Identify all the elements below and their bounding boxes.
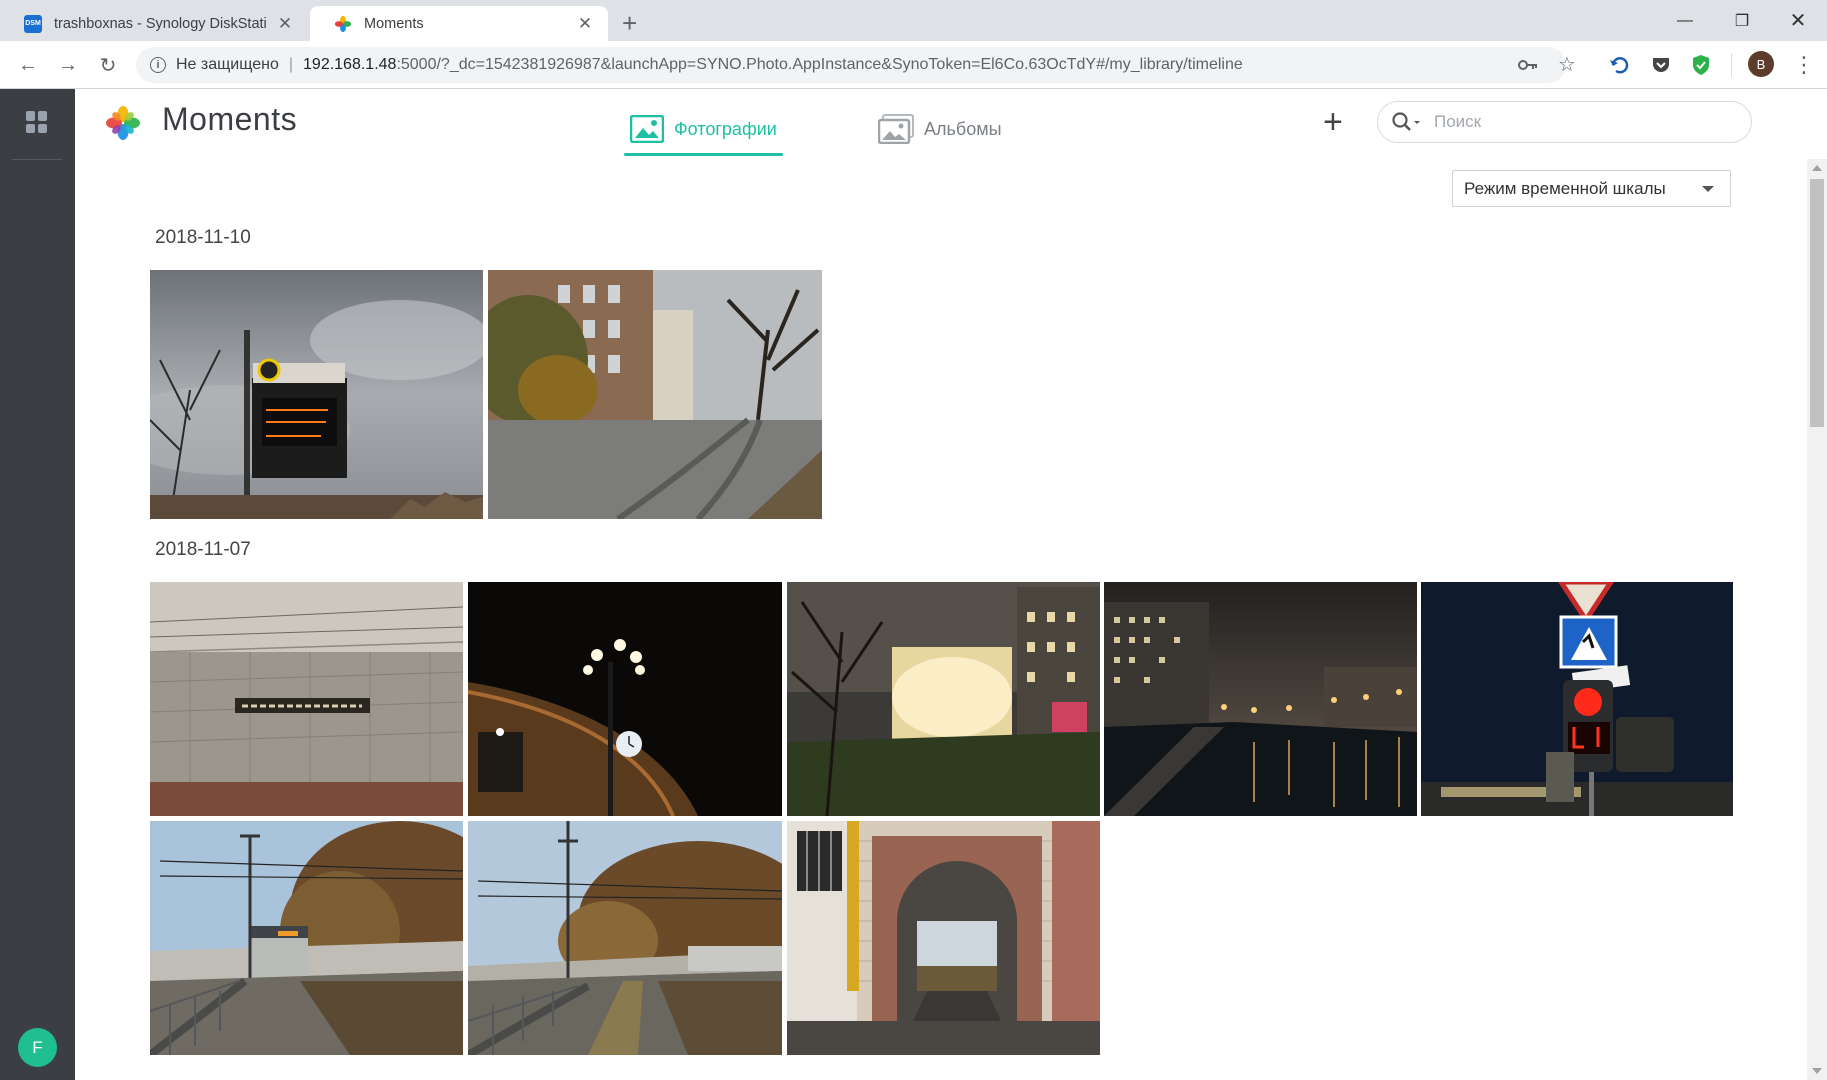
photo-thumbnail[interactable] xyxy=(787,821,1100,1055)
dsm-icon: DSM xyxy=(24,14,42,33)
albums-icon xyxy=(878,114,914,144)
photo-thumbnail[interactable] xyxy=(468,582,782,816)
view-mode-value: Режим временной шкалы xyxy=(1464,178,1666,198)
tab-title: trashboxnas - Synology DiskStati xyxy=(54,15,267,32)
sidebar-divider xyxy=(12,159,62,160)
url-path: :5000/?_dc=1542381926987&launchApp=SYNO.… xyxy=(396,56,1243,73)
add-button[interactable]: + xyxy=(1323,103,1343,142)
scrollbar[interactable] xyxy=(1807,159,1827,1080)
address-bar[interactable]: i Не защищено | 192.168.1.48 :5000/?_dc=… xyxy=(136,47,1566,83)
browser-toolbar: ← → ↻ i Не защищено | 192.168.1.48 :5000… xyxy=(0,41,1827,89)
security-label: Не защищено xyxy=(176,56,279,73)
photo-thumbnail[interactable] xyxy=(150,821,463,1055)
scroll-up-icon[interactable] xyxy=(1812,165,1822,171)
forward-icon[interactable]: → xyxy=(54,51,82,79)
photo-thumbnail[interactable] xyxy=(488,270,822,519)
active-tab-indicator xyxy=(624,153,783,156)
tab-diskstation[interactable]: DSM trashboxnas - Synology DiskStati ✕ xyxy=(0,6,308,41)
user-avatar[interactable]: F xyxy=(18,1028,57,1067)
tab-photos-label: Фотографии xyxy=(674,118,777,139)
dsm-sidebar: F xyxy=(0,89,75,1080)
new-tab-icon[interactable]: + xyxy=(622,8,637,39)
tab-title: Moments xyxy=(364,15,424,32)
timeline-date: 2018-11-10 xyxy=(155,227,251,248)
close-tab-icon[interactable]: ✕ xyxy=(576,14,594,34)
tab-photos[interactable]: Фотографии xyxy=(624,109,783,156)
toolbar-divider xyxy=(1731,53,1732,77)
info-icon[interactable]: i xyxy=(150,57,166,73)
menu-icon[interactable]: ⋮ xyxy=(1790,51,1818,79)
app-title: Moments xyxy=(162,101,298,137)
restore-icon[interactable]: ❐ xyxy=(1713,0,1771,41)
view-mode-select[interactable]: Режим временной шкалы xyxy=(1452,170,1731,207)
photos-icon xyxy=(630,115,664,143)
shield-extension-icon[interactable] xyxy=(1690,54,1712,76)
chevron-down-icon xyxy=(1702,186,1714,192)
tab-moments[interactable]: Moments ✕ xyxy=(310,6,608,41)
minimize-icon[interactable]: ― xyxy=(1656,0,1714,41)
photo-thumbnail[interactable] xyxy=(787,582,1100,816)
close-window-icon[interactable]: ✕ xyxy=(1769,0,1827,41)
close-tab-icon[interactable]: ✕ xyxy=(276,14,294,34)
reload-icon[interactable]: ↻ xyxy=(94,51,122,79)
tab-albums-label: Альбомы xyxy=(924,118,1002,139)
back-icon[interactable]: ← xyxy=(14,51,42,79)
search-input[interactable] xyxy=(1434,112,1714,132)
key-icon[interactable] xyxy=(1518,56,1538,77)
profile-avatar[interactable]: B xyxy=(1748,51,1774,77)
photo-thumbnail[interactable] xyxy=(1104,582,1417,816)
search-icon[interactable] xyxy=(1392,112,1422,132)
photo-thumbnail[interactable] xyxy=(150,270,483,519)
photo-thumbnail[interactable] xyxy=(468,821,782,1055)
moments-logo-icon xyxy=(106,106,140,140)
tab-albums[interactable]: Альбомы xyxy=(878,109,1002,149)
timeline-date: 2018-11-07 xyxy=(155,539,251,560)
scrollbar-thumb[interactable] xyxy=(1810,179,1824,427)
browser-tabstrip: DSM trashboxnas - Synology DiskStati ✕ M… xyxy=(0,0,1827,41)
search-box[interactable] xyxy=(1377,101,1752,143)
moments-app: Moments Фотографии Альбомы + Режим време… xyxy=(75,89,1827,1080)
photo-thumbnail[interactable] xyxy=(1421,582,1733,816)
address-separator: | xyxy=(288,56,294,73)
undo-extension-icon[interactable] xyxy=(1608,54,1630,76)
bookmark-star-icon[interactable]: ☆ xyxy=(1558,52,1576,77)
pocket-icon[interactable] xyxy=(1650,54,1672,76)
moments-icon xyxy=(334,15,352,32)
main-menu-icon[interactable] xyxy=(26,111,48,133)
url-host: 192.168.1.48 xyxy=(303,56,397,73)
photo-thumbnail[interactable] xyxy=(150,582,463,816)
scroll-down-icon[interactable] xyxy=(1812,1068,1822,1074)
